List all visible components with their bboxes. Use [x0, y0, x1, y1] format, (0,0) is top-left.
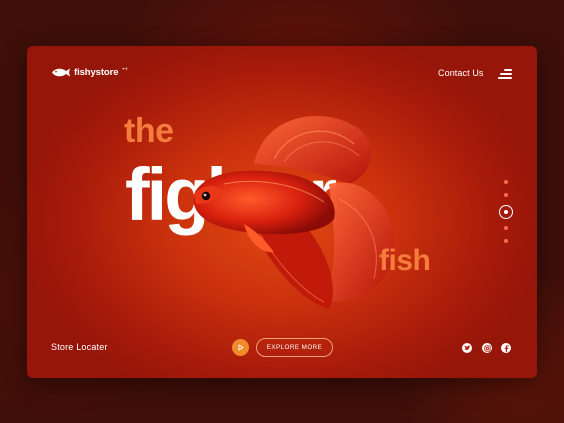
brand-logo[interactable]: fishystore •+: [51, 67, 128, 78]
contact-link[interactable]: Contact Us: [438, 68, 484, 78]
fish-logo-icon: [52, 68, 70, 77]
play-icon: [238, 344, 244, 351]
brand-name: fishystore: [74, 67, 119, 78]
explore-more-button[interactable]: EXPLORE MORE: [256, 338, 333, 357]
slide-dot[interactable]: [504, 239, 508, 243]
instagram-icon[interactable]: [482, 343, 492, 353]
play-button[interactable]: [232, 339, 249, 356]
slide-dot[interactable]: [504, 180, 508, 184]
brand-mark: •+: [122, 67, 129, 73]
twitter-icon[interactable]: [462, 343, 472, 353]
facebook-icon[interactable]: [501, 343, 511, 353]
betta-fish-image: [193, 115, 395, 309]
slide-indicator: [497, 180, 515, 250]
hamburger-icon[interactable]: [498, 69, 512, 79]
slide-dot-active[interactable]: [499, 205, 513, 219]
hero-card: fishystore •+ Contact Us the fighter: [27, 46, 537, 378]
slide-dot[interactable]: [504, 226, 508, 230]
slide-dot[interactable]: [504, 193, 508, 197]
store-locator-link[interactable]: Store Locater: [51, 342, 108, 352]
hero-word-fish: fish: [379, 244, 431, 277]
